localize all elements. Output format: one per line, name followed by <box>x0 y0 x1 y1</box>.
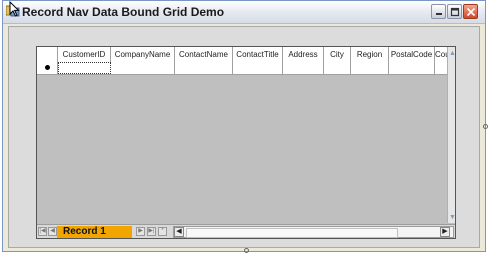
minimize-button[interactable] <box>431 4 446 19</box>
data-grid[interactable]: CustomerID CompanyName ContactName Conta… <box>36 46 456 239</box>
scroll-right-icon[interactable]: ▶ <box>440 227 450 237</box>
cell-country[interactable] <box>435 62 447 74</box>
column-header-city[interactable]: City <box>324 47 351 62</box>
close-button[interactable] <box>463 4 478 19</box>
maximize-button[interactable] <box>447 4 462 19</box>
last-record-button[interactable]: ▶| <box>147 227 156 236</box>
cell-region[interactable] <box>351 62 389 74</box>
scroll-left-icon[interactable]: ◀ <box>174 227 184 237</box>
minimize-icon <box>436 13 442 15</box>
row-selector[interactable] <box>37 62 58 74</box>
resize-grip-icon[interactable] <box>244 248 249 253</box>
table-row[interactable] <box>37 62 447 75</box>
cell-postalcode[interactable] <box>389 62 435 74</box>
column-header-address[interactable]: Address <box>283 47 324 62</box>
column-header-contactname[interactable]: ContactName <box>175 47 233 62</box>
cell-contacttitle[interactable] <box>233 62 283 74</box>
column-header-postalcode[interactable]: PostalCode <box>389 47 435 62</box>
horizontal-scrollbar[interactable]: ◀ ▶ <box>173 226 454 238</box>
column-header-customerid[interactable]: CustomerID <box>58 47 111 62</box>
next-record-button[interactable]: ▶ <box>136 227 145 236</box>
window-title: Record Nav Data Bound Grid Demo <box>22 5 225 19</box>
mouse-cursor-icon <box>9 1 20 17</box>
title-bar[interactable]: Record Nav Data Bound Grid Demo <box>3 1 485 24</box>
maximize-icon <box>450 7 460 17</box>
cell-address[interactable] <box>283 62 324 74</box>
cell-contactname[interactable] <box>175 62 233 74</box>
scroll-up-icon[interactable]: ▲ <box>448 49 455 58</box>
current-row-indicator-icon <box>45 65 50 70</box>
cell-companyname[interactable] <box>111 62 175 74</box>
column-header-country[interactable]: Cou <box>435 47 447 62</box>
first-record-button[interactable]: |◀ <box>38 227 47 236</box>
header-corner[interactable] <box>37 47 58 62</box>
cell-city[interactable] <box>324 62 351 74</box>
column-header-region[interactable]: Region <box>351 47 389 62</box>
scroll-thumb[interactable] <box>186 228 398 238</box>
record-navigator: |◀ ◀ Record 1 ▶ ▶| * ◀ ▶ <box>37 224 455 238</box>
close-icon <box>466 7 476 17</box>
edge-resize-icon[interactable] <box>483 124 488 129</box>
previous-record-button[interactable]: ◀ <box>48 227 57 236</box>
grid-header: CustomerID CompanyName ContactName Conta… <box>37 47 447 63</box>
column-header-contacttitle[interactable]: ContactTitle <box>233 47 283 62</box>
column-header-companyname[interactable]: CompanyName <box>111 47 175 62</box>
vertical-scrollbar[interactable]: ▲ ▼ <box>447 47 455 223</box>
scroll-down-icon[interactable]: ▼ <box>448 213 455 222</box>
record-position-label: Record 1 <box>57 226 132 238</box>
cell-customerid[interactable] <box>58 62 111 74</box>
new-record-button[interactable]: * <box>158 227 167 236</box>
